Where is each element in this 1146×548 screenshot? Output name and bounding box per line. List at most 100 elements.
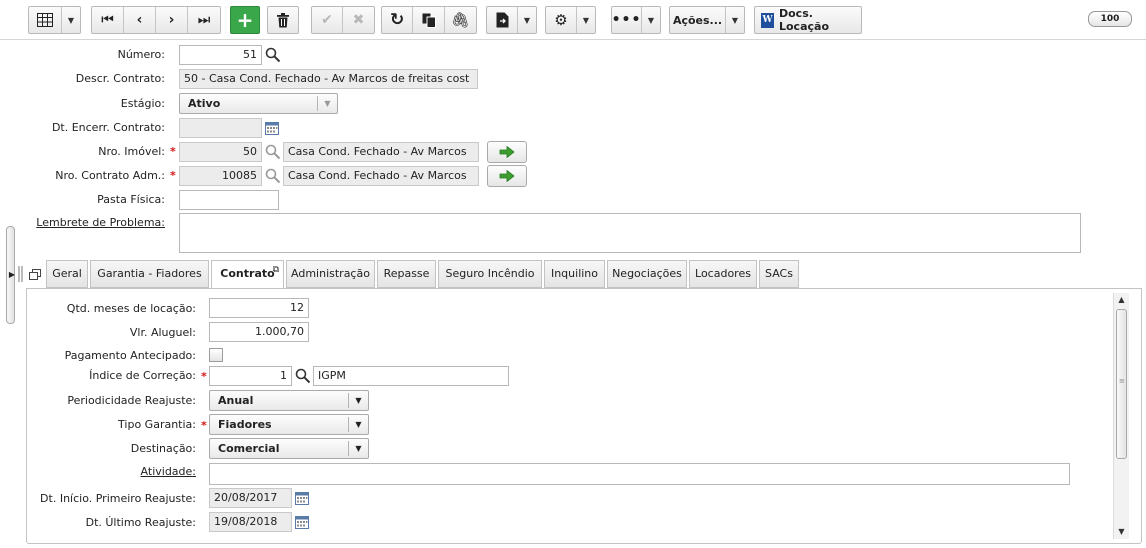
copy-icon [422,13,436,28]
previous-icon: ‹ [136,12,143,28]
ellipsis-icon: ••• [611,12,642,28]
vlr-aluguel-label: Vlr. Aluguel: [129,326,196,339]
grid-view-button[interactable] [29,7,62,33]
report-button[interactable] [487,7,518,33]
refresh-button[interactable]: ↻ [382,7,414,33]
first-record-button[interactable]: ⏮ [92,7,124,33]
calendar-icon[interactable] [264,121,279,135]
settings-dropdown[interactable]: ▼ [577,7,595,33]
grid-view-group: ▼ [28,6,81,34]
descr-contrato-field: 50 - Casa Cond. Fechado - Av Marcos de f… [179,69,478,89]
pasta-fisica-label: Pasta Física: [97,193,165,206]
dt-encerr-field[interactable] [179,118,262,138]
grid-view-dropdown[interactable]: ▼ [62,7,80,33]
pagamento-antecipado-label: Pagamento Antecipado: [64,349,196,362]
delete-button[interactable] [268,7,298,33]
tab-contrato[interactable]: Contrato ⧉ [211,260,284,289]
search-icon[interactable] [294,368,312,384]
lembrete-textarea[interactable] [179,213,1081,253]
qtd-meses-field[interactable]: 12 [209,298,309,318]
tab-geral[interactable]: Geral [46,260,88,288]
tab-locadores[interactable]: Locadores [689,260,757,288]
report-group: ▼ [486,6,537,34]
destinacao-select[interactable]: Comercial ▼ [209,438,369,459]
vlr-aluguel-field[interactable]: 1.000,70 [209,322,309,342]
atividade-field[interactable] [209,463,1070,485]
popout-icon[interactable]: ⧉ [273,257,279,283]
more-button[interactable]: ••• [612,7,642,33]
docs-locacao-label: Docs. Locação [778,7,829,33]
calendar-icon[interactable] [294,515,309,529]
pagamento-antecipado-checkbox[interactable] [209,348,223,362]
tab-sacs[interactable]: SACs [759,260,799,288]
scroll-grip-icon: ≡ [1119,377,1125,385]
previous-record-button[interactable]: ‹ [124,7,156,33]
next-record-button[interactable]: › [156,7,188,33]
destinacao-label: Destinação: [130,442,196,455]
expand-arrow-icon[interactable]: ▶ [8,268,16,280]
last-record-button[interactable]: ⏭ [188,7,220,33]
go-to-contrato-adm-button[interactable] [487,165,527,187]
nro-imovel-field[interactable]: 50 [179,142,262,162]
duplicate-button[interactable] [413,7,445,33]
qtd-meses-label: Qtd. meses de locação: [66,302,196,315]
nro-contrato-adm-description: Casa Cond. Fechado - Av Marcos [283,166,479,186]
tab-negociacoes[interactable]: Negociações [607,260,687,288]
search-icon[interactable] [264,47,282,63]
atividade-label[interactable]: Atividade: [30,465,196,478]
cancel-button[interactable]: ✖ [343,7,374,33]
panel-scrollbar[interactable]: ▲ ≡ ▼ [1113,293,1129,539]
estagio-value: Ativo [188,97,221,110]
tab-garantia-fiadores[interactable]: Garantia - Fiadores [90,260,209,288]
docs-group: W Docs. Locação [754,6,862,34]
tab-seguro-incendio[interactable]: Seguro Incêndio [438,260,542,288]
tabs-grip[interactable] [17,266,23,282]
destinacao-value: Comercial [218,442,280,455]
dt-inicio-reajuste-field[interactable]: 20/08/2017 [209,488,292,508]
refresh-icon: ↻ [390,10,405,30]
arrow-right-icon [499,170,515,182]
actions-group: ↻ 🖇 [381,6,477,34]
attachment-button[interactable]: 🖇 [445,7,476,33]
dt-ultimo-reajuste-field[interactable]: 19/08/2018 [209,512,292,532]
pasta-fisica-field[interactable] [179,190,279,210]
main-toolbar: ▼ ⏮ ‹ › ⏭ + ✔ ✖ ↻ 🖇 ▼ ⚙ ▼ ••• ▼ Ações...… [0,0,1146,40]
plus-icon: + [236,8,254,32]
arrow-right-icon [499,146,515,158]
numero-field[interactable]: 51 [179,45,262,65]
periodicidade-value: Anual [218,394,254,407]
scroll-down-icon[interactable]: ▼ [1114,525,1129,539]
tipo-garantia-select[interactable]: Fiadores ▼ [209,414,369,435]
acoes-button[interactable]: Ações... [670,7,726,33]
chevron-down-icon: ▼ [317,96,337,111]
check-icon: ✔ [321,12,333,28]
confirm-button[interactable]: ✔ [312,7,343,33]
tab-repasse[interactable]: Repasse [377,260,436,288]
indice-correcao-label: Índice de Correção: [89,369,196,382]
nro-contrato-adm-field[interactable]: 10085 [179,166,262,186]
next-icon: › [168,12,175,28]
periodicidade-select[interactable]: Anual ▼ [209,390,369,411]
scrollbar-thumb[interactable]: ≡ [1116,309,1127,459]
paperclip-icon: 🖇 [450,11,470,29]
restore-window-icon[interactable] [28,268,41,280]
scroll-up-icon[interactable]: ▲ [1114,293,1129,307]
report-dropdown[interactable]: ▼ [518,7,536,33]
docs-locacao-button[interactable]: W Docs. Locação [755,7,861,33]
tab-administracao[interactable]: Administração [286,260,375,288]
indice-correcao-field[interactable]: 1 [209,366,292,386]
chevron-down-icon: ▼ [348,393,368,408]
acoes-dropdown[interactable]: ▼ [726,7,744,33]
tab-inquilino[interactable]: Inquilino [544,260,605,288]
more-dropdown[interactable]: ▼ [642,7,660,33]
lembrete-label[interactable]: Lembrete de Problema: [20,216,165,229]
search-icon[interactable] [264,168,282,184]
settings-button[interactable]: ⚙ [546,7,577,33]
tipo-garantia-label: Tipo Garantia: [118,418,196,431]
add-record-button[interactable]: + [230,6,260,34]
first-icon: ⏮ [101,12,114,28]
estagio-select[interactable]: Ativo ▼ [179,93,338,114]
search-icon[interactable] [264,144,282,160]
calendar-icon[interactable] [294,491,309,505]
go-to-imovel-button[interactable] [487,141,527,163]
